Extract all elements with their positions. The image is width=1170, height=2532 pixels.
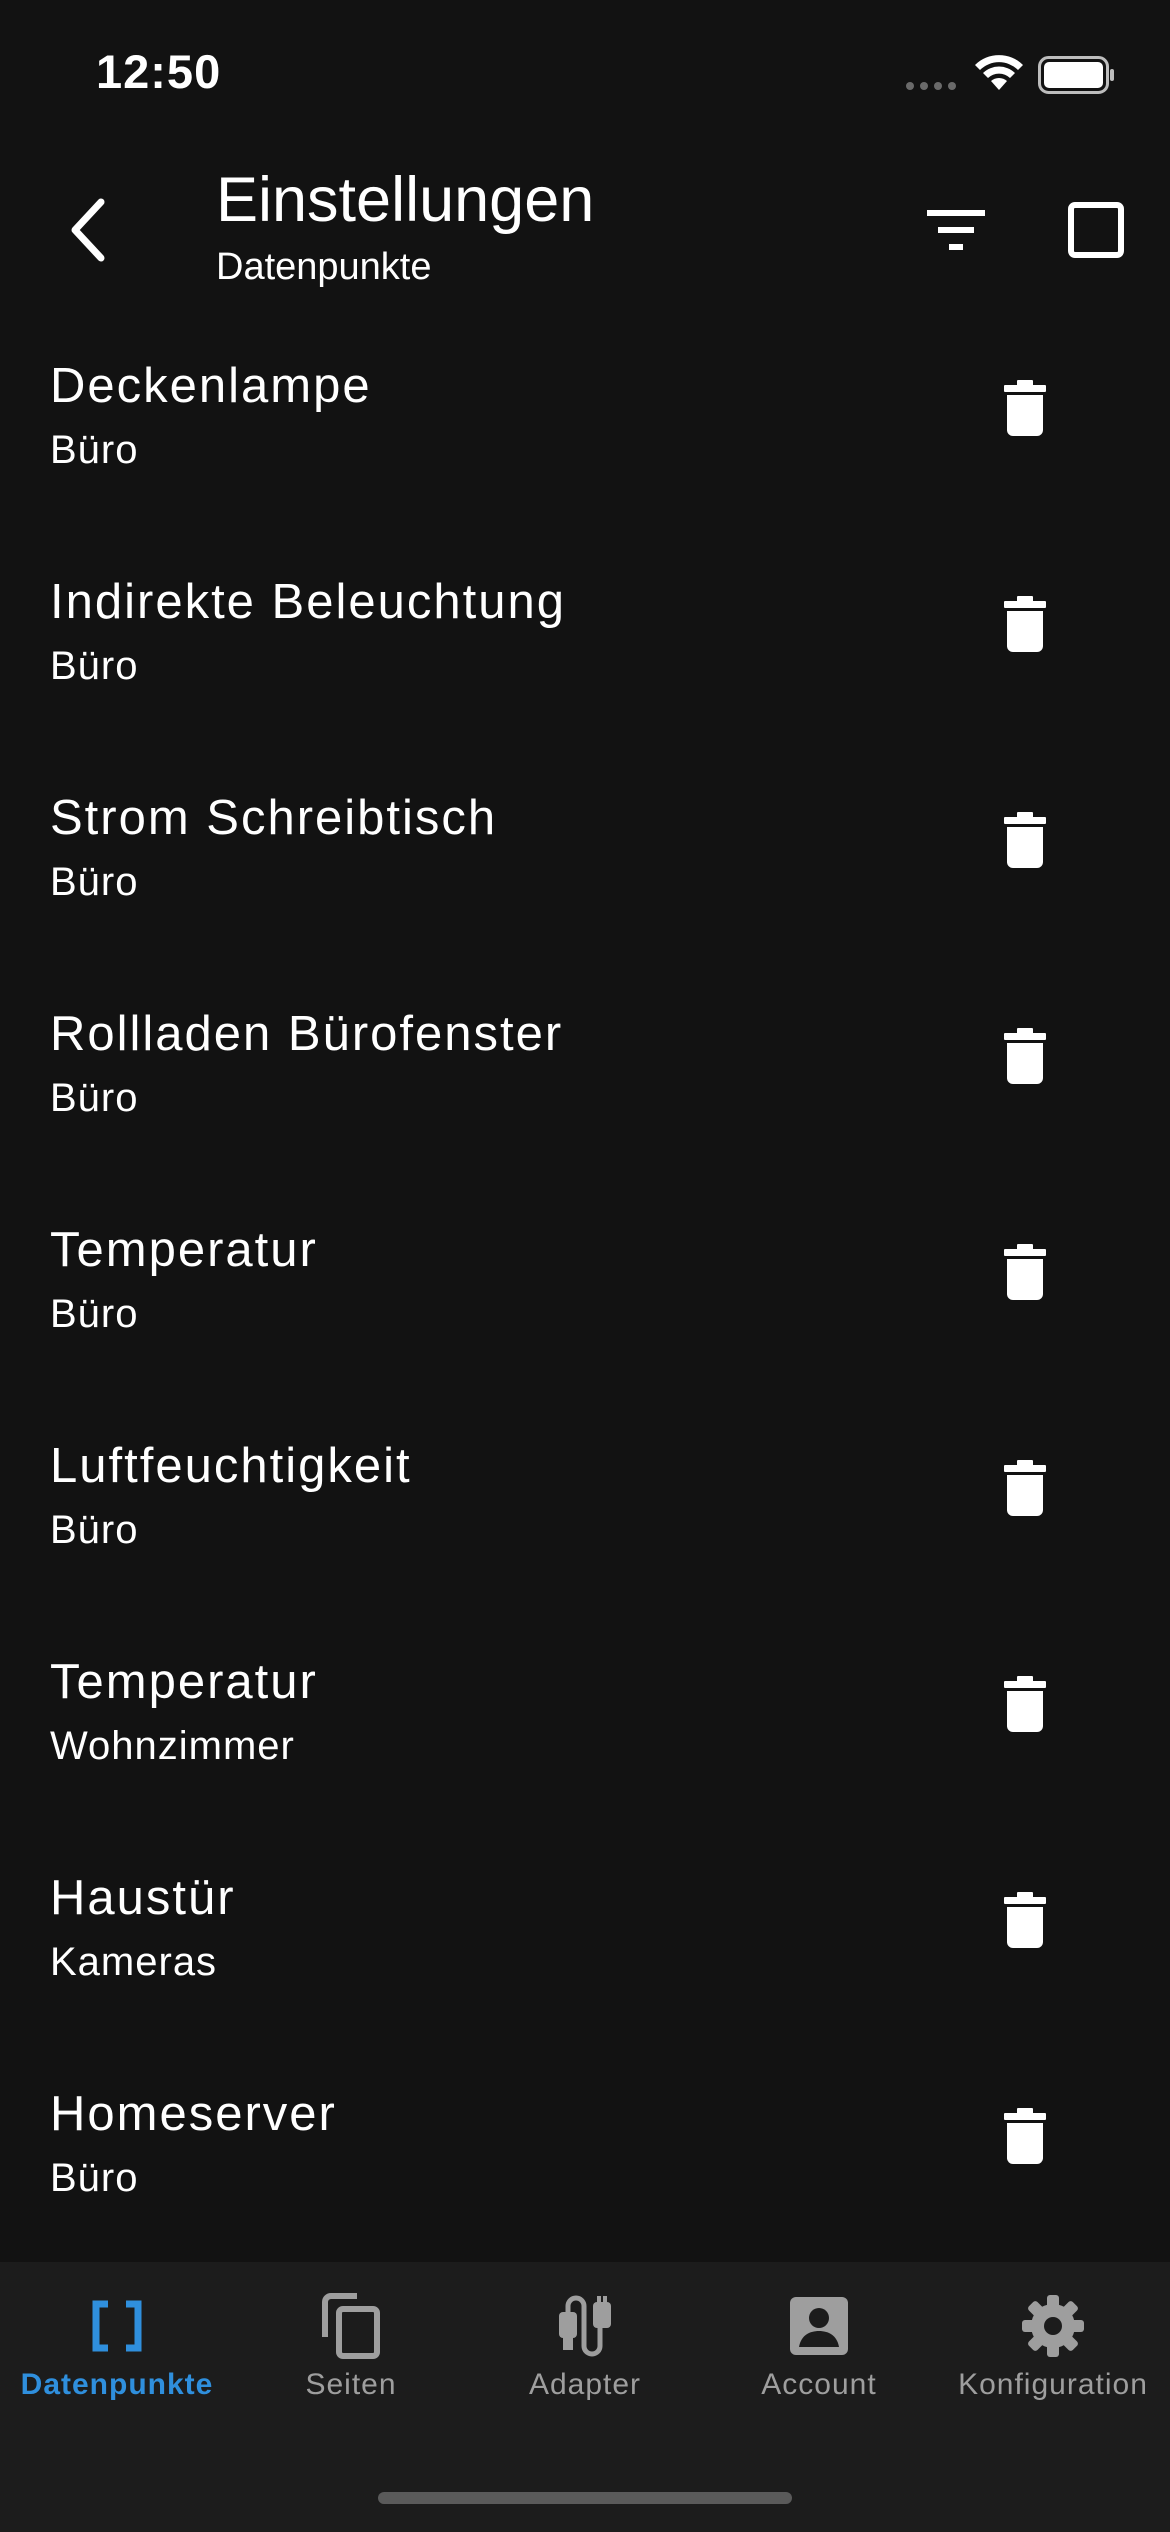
tab-seiten[interactable]: Seiten: [234, 2262, 468, 2422]
page-subtitle: Datenpunkte: [216, 246, 432, 288]
filter-icon: [927, 210, 985, 250]
datapoint-name: Luftfeuchtigkeit: [50, 1439, 412, 1493]
list-item[interactable]: Rollladen Bürofenster Büro: [0, 988, 1170, 1204]
chevron-left-icon: [71, 198, 105, 262]
datapoint-room: Büro: [50, 428, 139, 472]
account-box-icon: [790, 2290, 848, 2362]
datapoint-room: Kameras: [50, 1940, 218, 1984]
brackets-icon: [91, 2290, 143, 2362]
datapoint-room: Büro: [50, 644, 139, 688]
trash-icon: [1004, 596, 1046, 652]
delete-button[interactable]: [990, 1232, 1060, 1312]
datapoint-name: Strom Schreibtisch: [50, 791, 498, 845]
trash-icon: [1004, 2108, 1046, 2164]
datapoint-room: Büro: [50, 860, 139, 904]
bottom-tab-bar: Datenpunkte Seiten Adapter Account Konfi…: [0, 2262, 1170, 2532]
datapoint-room: Büro: [50, 1076, 139, 1120]
datapoint-name: Temperatur: [50, 1223, 318, 1277]
status-time: 12:50: [96, 45, 222, 98]
datapoint-list: Deckenlampe Büro Indirekte Beleuchtung B…: [0, 340, 1170, 2284]
delete-button[interactable]: [990, 1664, 1060, 1744]
copy-pages-icon: [321, 2290, 381, 2362]
list-item[interactable]: Luftfeuchtigkeit Büro: [0, 1420, 1170, 1636]
list-item[interactable]: Temperatur Büro: [0, 1204, 1170, 1420]
tab-account[interactable]: Account: [702, 2262, 936, 2422]
datapoint-room: Wohnzimmer: [50, 1724, 295, 1768]
list-item[interactable]: Haustür Kameras: [0, 1852, 1170, 2068]
tab-label: Account: [761, 2368, 877, 2401]
delete-button[interactable]: [990, 584, 1060, 664]
delete-button[interactable]: [990, 2096, 1060, 2176]
select-all-checkbox[interactable]: [1056, 190, 1136, 270]
home-indicator[interactable]: [378, 2492, 792, 2504]
wifi-icon: [975, 55, 1023, 90]
datapoint-name: Rollladen Bürofenster: [50, 1007, 564, 1061]
list-item[interactable]: Indirekte Beleuchtung Büro: [0, 556, 1170, 772]
datapoint-room: Büro: [50, 2156, 139, 2200]
tab-label: Adapter: [528, 2368, 642, 2401]
app-header: Einstellungen Datenpunkte: [0, 150, 1170, 340]
tab-label: Konfiguration: [958, 2368, 1148, 2401]
trash-icon: [1004, 812, 1046, 868]
datapoint-name: Homeserver: [50, 2087, 337, 2141]
battery-icon: [1038, 56, 1114, 94]
page-title: Einstellungen: [216, 165, 595, 235]
trash-icon: [1004, 1028, 1046, 1084]
checkbox-empty-icon: [1068, 202, 1124, 258]
filter-button[interactable]: [916, 190, 996, 270]
datapoint-room: Büro: [50, 1292, 139, 1336]
list-item[interactable]: Deckenlampe Büro: [0, 340, 1170, 556]
plug-icon: [555, 2290, 615, 2362]
cellular-signal-icon: [906, 82, 956, 90]
tab-datenpunkte[interactable]: Datenpunkte: [0, 2262, 234, 2422]
tab-adapter[interactable]: Adapter: [468, 2262, 702, 2422]
delete-button[interactable]: [990, 1880, 1060, 1960]
datapoint-name: Deckenlampe: [50, 359, 372, 413]
delete-button[interactable]: [990, 1016, 1060, 1096]
tab-label: Seiten: [305, 2368, 397, 2401]
trash-icon: [1004, 1892, 1046, 1948]
delete-button[interactable]: [990, 800, 1060, 880]
list-item[interactable]: Temperatur Wohnzimmer: [0, 1636, 1170, 1852]
back-button[interactable]: [52, 190, 122, 270]
gear-icon: [1022, 2290, 1084, 2362]
list-item[interactable]: Strom Schreibtisch Büro: [0, 772, 1170, 988]
delete-button[interactable]: [990, 1448, 1060, 1528]
status-bar: 12:50: [0, 0, 1170, 150]
datapoint-name: Indirekte Beleuchtung: [50, 575, 566, 629]
trash-icon: [1004, 380, 1046, 436]
tab-label: Datenpunkte: [20, 2368, 214, 2401]
datapoint-name: Temperatur: [50, 1655, 318, 1709]
trash-icon: [1004, 1244, 1046, 1300]
tab-konfiguration[interactable]: Konfiguration: [936, 2262, 1170, 2422]
trash-icon: [1004, 1676, 1046, 1732]
delete-button[interactable]: [990, 368, 1060, 448]
datapoint-name: Haustür: [50, 1871, 236, 1925]
list-item[interactable]: Homeserver Büro: [0, 2068, 1170, 2284]
datapoint-room: Büro: [50, 1508, 139, 1552]
trash-icon: [1004, 1460, 1046, 1516]
